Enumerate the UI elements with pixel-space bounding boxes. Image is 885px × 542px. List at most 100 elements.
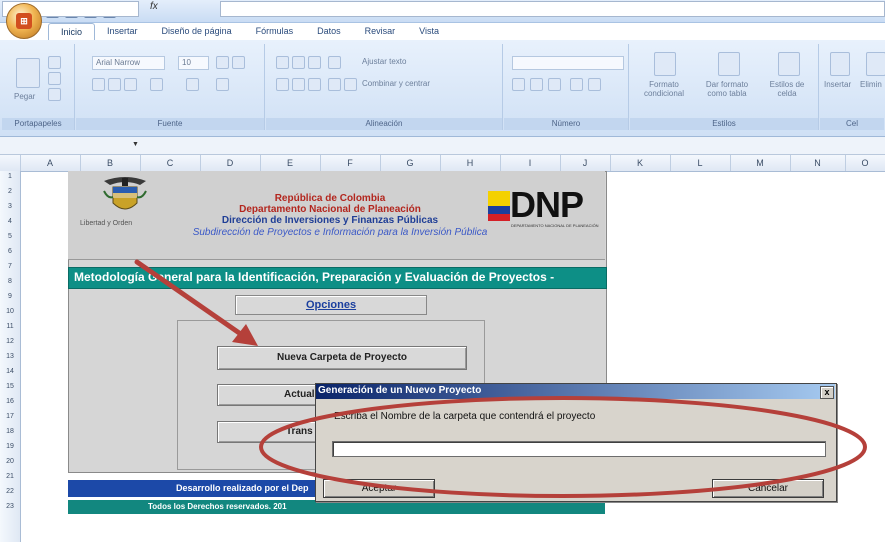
- row-header[interactable]: 22: [0, 488, 20, 495]
- column-header[interactable]: N: [790, 155, 846, 171]
- increase-decimal-icon[interactable]: [570, 78, 583, 91]
- insert-cells-icon[interactable]: [830, 52, 850, 76]
- tab-revisar[interactable]: Revisar: [353, 23, 408, 39]
- column-header[interactable]: L: [670, 155, 731, 171]
- row-header[interactable]: 20: [0, 458, 20, 465]
- conditional-format-label[interactable]: Formato condicional: [638, 80, 690, 98]
- align-top-icon[interactable]: [276, 56, 289, 69]
- number-format-select[interactable]: [512, 56, 624, 70]
- dnp-logo: DNP: [510, 184, 584, 225]
- column-header[interactable]: C: [140, 155, 201, 171]
- cell-styles-icon[interactable]: [778, 52, 800, 76]
- row-header[interactable]: 15: [0, 383, 20, 390]
- bold-icon[interactable]: [92, 78, 105, 91]
- office-button[interactable]: ⊞: [6, 3, 42, 39]
- fx-icon[interactable]: fx: [150, 1, 166, 15]
- decrease-indent-icon[interactable]: [328, 78, 341, 91]
- column-header[interactable]: G: [380, 155, 441, 171]
- font-size-select[interactable]: 10: [178, 56, 209, 70]
- row-header[interactable]: 6: [0, 248, 20, 255]
- row-header[interactable]: 3: [0, 203, 20, 210]
- tab-insertar[interactable]: Insertar: [95, 23, 150, 39]
- format-table-label[interactable]: Dar formato como tabla: [700, 80, 754, 98]
- column-header[interactable]: F: [320, 155, 381, 171]
- tab-datos[interactable]: Datos: [305, 23, 353, 39]
- row-header[interactable]: 7: [0, 263, 20, 270]
- align-middle-icon[interactable]: [292, 56, 305, 69]
- row-header[interactable]: 8: [0, 278, 20, 285]
- column-header[interactable]: H: [440, 155, 501, 171]
- formula-input[interactable]: [220, 1, 885, 17]
- format-painter-icon[interactable]: [48, 88, 61, 101]
- row-header[interactable]: 12: [0, 338, 20, 345]
- close-icon[interactable]: x: [820, 386, 834, 399]
- delete-cells-label[interactable]: Elimin: [860, 80, 882, 89]
- row-header[interactable]: 10: [0, 308, 20, 315]
- row-header[interactable]: 2: [0, 188, 20, 195]
- row-header[interactable]: 1: [0, 173, 20, 180]
- align-left-icon[interactable]: [276, 78, 289, 91]
- column-header[interactable]: M: [730, 155, 791, 171]
- folder-name-input[interactable]: [332, 441, 826, 457]
- percent-icon[interactable]: [530, 78, 543, 91]
- tab-inicio[interactable]: Inicio: [48, 23, 96, 40]
- delete-cells-icon[interactable]: [866, 52, 885, 76]
- options-link[interactable]: Opciones: [235, 295, 427, 315]
- row-header[interactable]: 11: [0, 323, 20, 330]
- insert-cells-label[interactable]: Insertar: [824, 80, 851, 89]
- row-header[interactable]: 13: [0, 353, 20, 360]
- column-header[interactable]: J: [560, 155, 611, 171]
- format-table-icon[interactable]: [718, 52, 740, 76]
- column-header[interactable]: K: [610, 155, 671, 171]
- tab-formulas[interactable]: Fórmulas: [244, 23, 306, 39]
- align-center-icon[interactable]: [292, 78, 305, 91]
- currency-icon[interactable]: [512, 78, 525, 91]
- decrease-decimal-icon[interactable]: [588, 78, 601, 91]
- align-right-icon[interactable]: [308, 78, 321, 91]
- new-project-folder-button[interactable]: Nueva Carpeta de Proyecto: [217, 346, 467, 370]
- office-logo-icon: ⊞: [16, 13, 32, 29]
- row-header[interactable]: 23: [0, 503, 20, 510]
- fill-color-icon[interactable]: [186, 78, 199, 91]
- row-header[interactable]: 19: [0, 443, 20, 450]
- shrink-font-icon[interactable]: [232, 56, 245, 69]
- copy-icon[interactable]: [48, 72, 61, 85]
- row-header[interactable]: 21: [0, 473, 20, 480]
- row-header[interactable]: 9: [0, 293, 20, 300]
- column-header[interactable]: O: [845, 155, 885, 171]
- font-name-select[interactable]: Arial Narrow: [92, 56, 165, 70]
- increase-indent-icon[interactable]: [344, 78, 357, 91]
- comma-style-icon[interactable]: [548, 78, 561, 91]
- tab-diseno-pagina[interactable]: Diseño de página: [150, 23, 244, 39]
- column-header[interactable]: E: [260, 155, 321, 171]
- font-color-icon[interactable]: [216, 78, 229, 91]
- row-header[interactable]: 4: [0, 218, 20, 225]
- cancel-button[interactable]: Cancelar: [712, 479, 824, 498]
- column-header[interactable]: B: [80, 155, 141, 171]
- merge-center-button[interactable]: Combinar y centrar: [362, 79, 430, 88]
- row-header[interactable]: 17: [0, 413, 20, 420]
- borders-icon[interactable]: [150, 78, 163, 91]
- underline-icon[interactable]: [124, 78, 137, 91]
- wrap-text-button[interactable]: Ajustar texto: [362, 57, 406, 66]
- italic-icon[interactable]: [108, 78, 121, 91]
- tab-vista[interactable]: Vista: [407, 23, 451, 39]
- grow-font-icon[interactable]: [216, 56, 229, 69]
- row-header[interactable]: 5: [0, 233, 20, 240]
- dialog-title: Generación de un Nuevo Proyecto: [318, 385, 482, 396]
- row-header[interactable]: 16: [0, 398, 20, 405]
- conditional-format-icon[interactable]: [654, 52, 676, 76]
- cell-styles-label[interactable]: Estilos de celda: [760, 80, 814, 98]
- row-header[interactable]: 18: [0, 428, 20, 435]
- chevron-down-icon[interactable]: ▼: [132, 141, 139, 148]
- row-header[interactable]: 14: [0, 368, 20, 375]
- orientation-icon[interactable]: [328, 56, 341, 69]
- column-header[interactable]: A: [20, 155, 81, 171]
- align-bottom-icon[interactable]: [308, 56, 321, 69]
- cut-icon[interactable]: [48, 56, 61, 69]
- column-header[interactable]: D: [200, 155, 261, 171]
- ribbon-tabs: Inicio Insertar Diseño de página Fórmula…: [48, 23, 451, 40]
- department-title: Departamento Nacional de Planeación: [239, 204, 421, 215]
- accept-button[interactable]: Aceptar: [323, 479, 435, 498]
- column-header[interactable]: I: [500, 155, 561, 171]
